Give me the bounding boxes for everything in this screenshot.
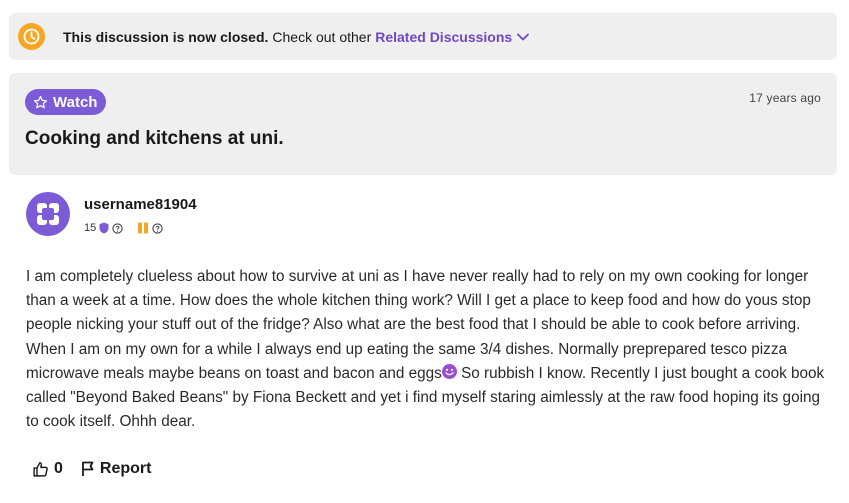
thread-header: Watch 17 years ago Cooking and kitchens …	[9, 73, 837, 175]
shield-icon	[99, 222, 109, 234]
thumbs-up-icon	[33, 461, 48, 477]
report-label: Report	[99, 460, 152, 477]
help-icon[interactable]	[112, 222, 123, 234]
banner-check-text: Check out other	[272, 28, 372, 45]
like-button[interactable]: 0	[32, 460, 63, 478]
reputation-count: 15	[84, 222, 97, 234]
badge-bars-icon	[138, 222, 149, 234]
avatar-logo-icon	[37, 203, 59, 225]
help-icon[interactable]	[152, 222, 163, 234]
banner-closed-text: This discussion is now closed.	[63, 28, 269, 45]
flag-icon	[82, 461, 94, 476]
related-discussions-label: Related Discussions	[375, 28, 513, 45]
post-timestamp: 17 years ago	[749, 91, 821, 105]
like-count: 0	[54, 460, 63, 477]
related-discussions-link[interactable]: Related Discussions	[375, 28, 530, 45]
post-body: I am completely clueless about how to su…	[26, 265, 836, 434]
clock-icon	[18, 23, 45, 50]
report-button[interactable]: Report	[81, 460, 152, 478]
chevron-down-icon	[517, 33, 530, 40]
post-actions: 0 Report	[32, 460, 151, 478]
thread-title: Cooking and kitchens at uni.	[25, 128, 284, 149]
user-meta: 15	[84, 222, 166, 234]
watch-label: Watch	[53, 93, 98, 111]
smiley-emoji-icon	[441, 363, 457, 379]
username[interactable]: username81904	[84, 196, 197, 213]
closed-discussion-banner: This discussion is now closed. Check out…	[9, 13, 837, 60]
avatar[interactable]	[26, 192, 70, 236]
watch-button[interactable]: Watch	[25, 89, 107, 115]
star-icon	[33, 95, 48, 108]
